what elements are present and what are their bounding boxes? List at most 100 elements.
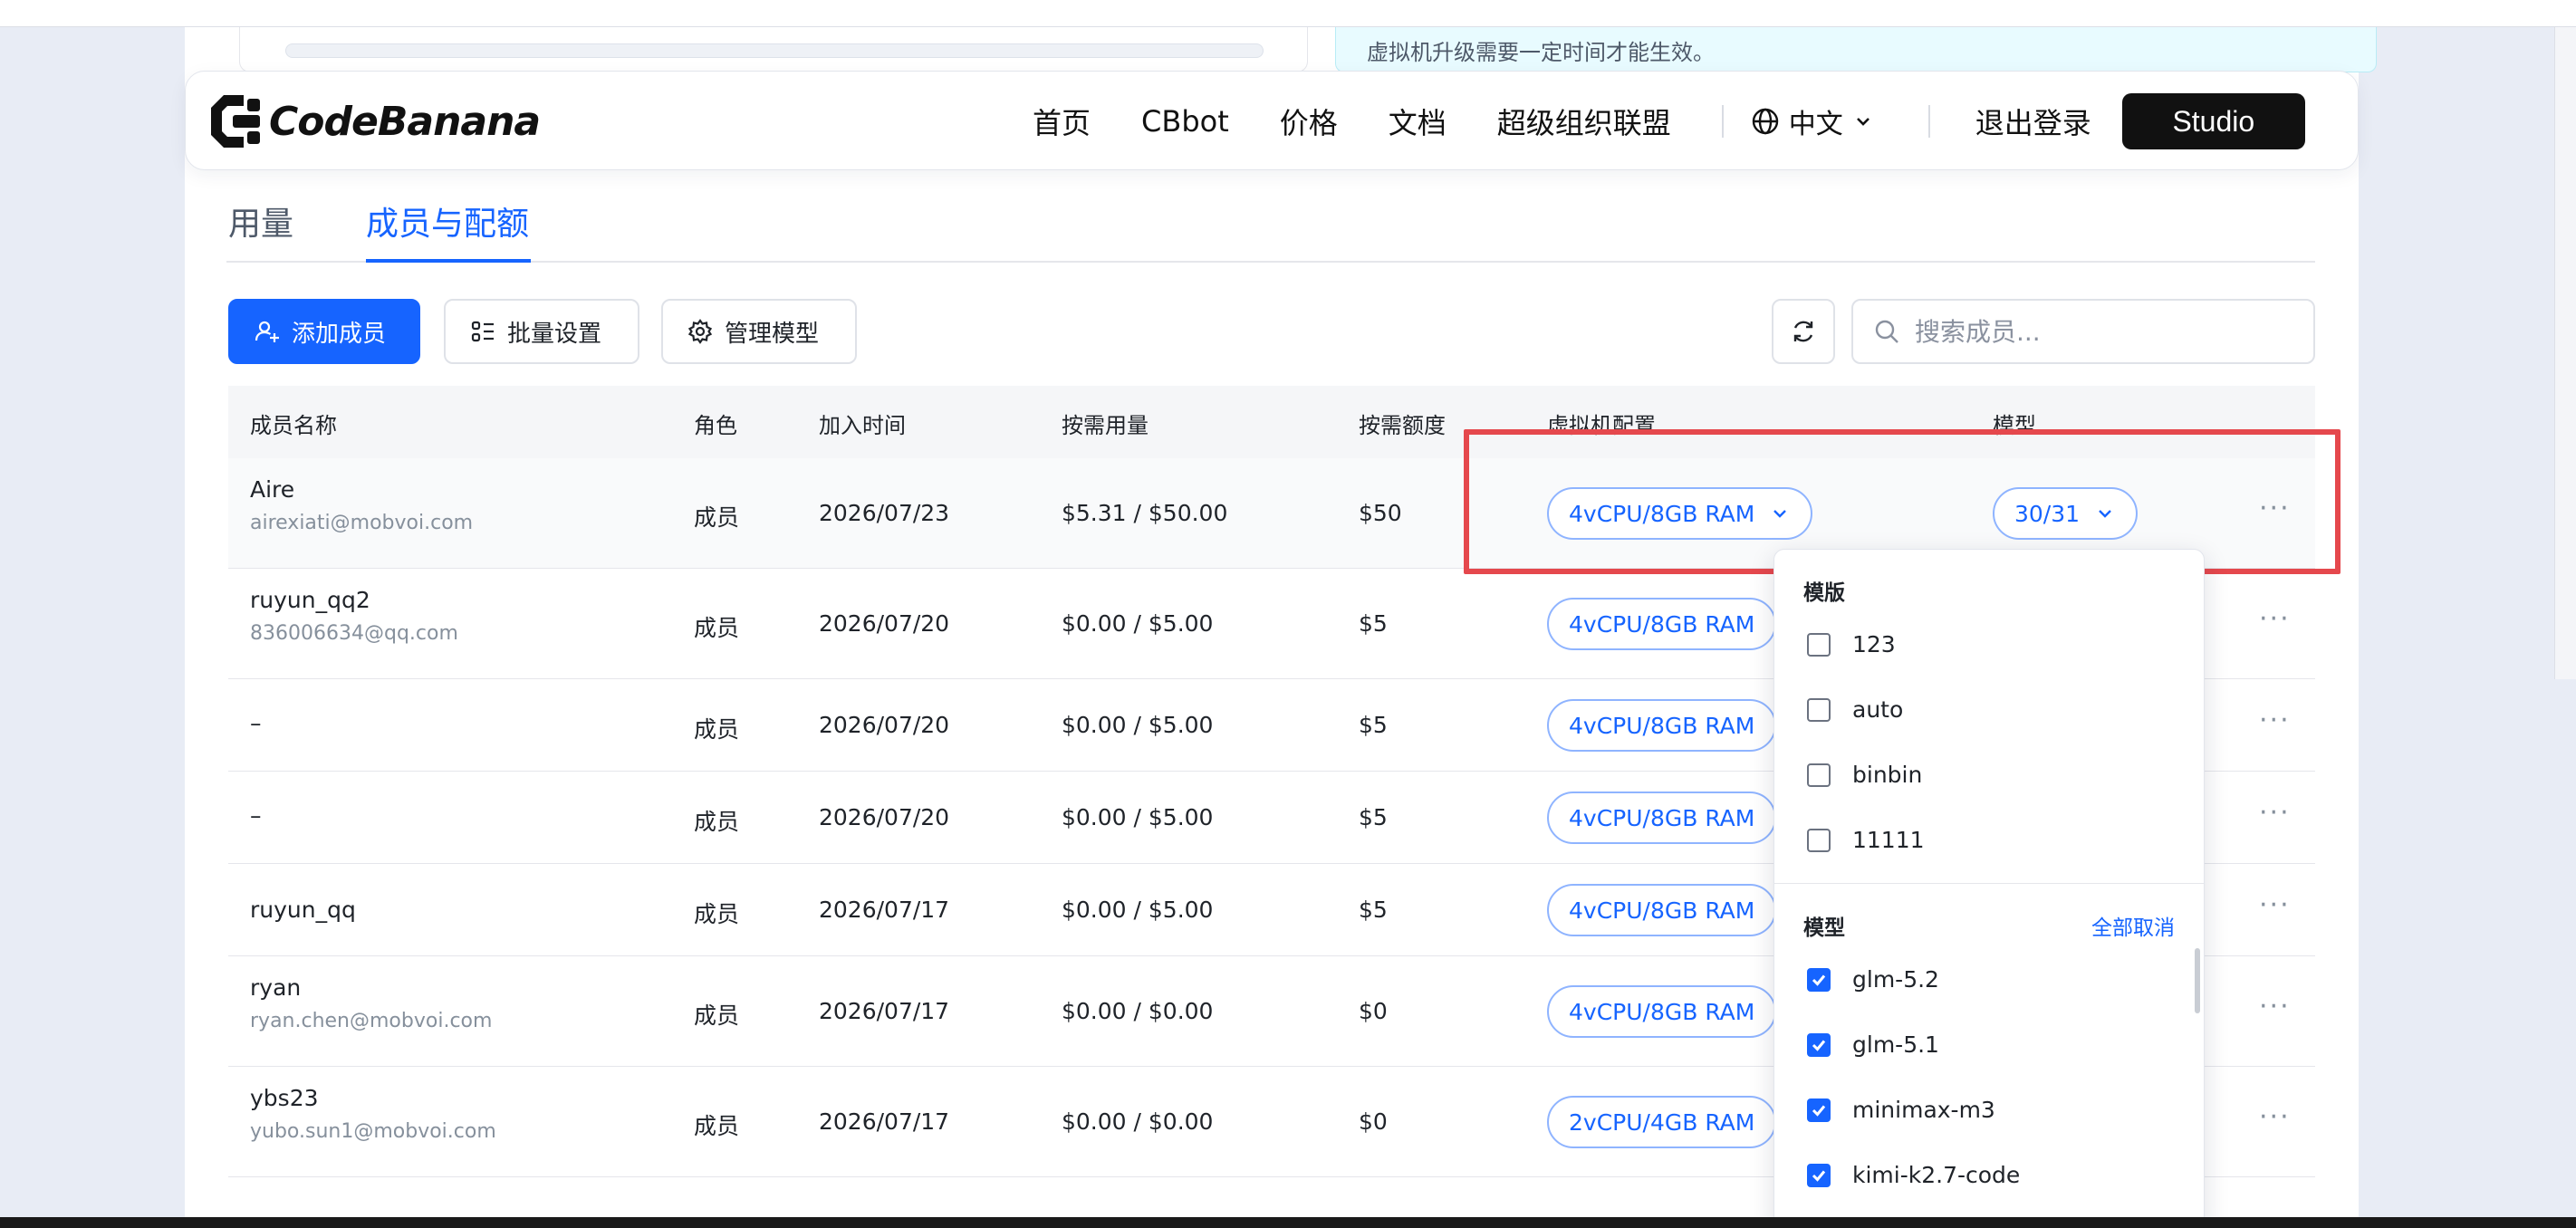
codebanana-logo-icon [211, 95, 260, 148]
vm-config-select[interactable]: 4vCPU/8GB RAM [1547, 791, 1777, 844]
model-count-value: 30/31 [2014, 500, 2081, 527]
batch-settings-label: 批量设置 [507, 319, 602, 347]
vm-config-select[interactable]: 2vCPU/4GB RAM [1547, 1096, 1777, 1148]
nav-links: 首页 CBbot 价格 文档 超级组织联盟 中文 退出登录 Studio [1033, 72, 2305, 171]
studio-button[interactable]: Studio [2121, 93, 2305, 149]
vm-config-select[interactable]: 4vCPU/8GB RAM [1547, 699, 1777, 752]
member-role: 成员 [694, 1003, 740, 1029]
nav-link-cbbot[interactable]: CBbot [1141, 104, 1229, 139]
checkbox-unchecked-icon[interactable] [1807, 763, 1831, 787]
model-select[interactable]: 30/31 [1993, 487, 2139, 540]
vm-config-value: 4vCPU/8GB RAM [1569, 500, 1755, 527]
column-header-quota: 按需额度 [1359, 413, 1446, 438]
tab-usage[interactable]: 用量 [228, 197, 293, 245]
template-option[interactable]: 11111 [1807, 827, 1925, 853]
vm-config-select[interactable]: 4vCPU/8GB RAM [1547, 487, 1813, 540]
dropdown-scrollbar[interactable] [2195, 948, 2200, 1013]
section-tabs: 用量 成员与配额 [226, 190, 2315, 263]
row-more-icon[interactable]: ··· [2259, 493, 2291, 524]
checkbox-unchecked-icon[interactable] [1807, 632, 1831, 657]
vm-config-select[interactable]: 4vCPU/8GB RAM [1547, 598, 1777, 650]
row-more-icon[interactable]: ··· [2259, 705, 2291, 736]
language-switcher[interactable]: 中文 [1751, 101, 1885, 141]
member-joined: 2026/07/17 [819, 897, 950, 923]
member-role: 成员 [694, 615, 740, 641]
member-name: Aire [250, 476, 295, 503]
member-email: ryan.chen@mobvoi.com [250, 1010, 493, 1032]
vm-config-value: 4vCPU/8GB RAM [1569, 804, 1755, 831]
model-option[interactable]: minimax-m3 [1807, 1097, 1995, 1123]
template-option[interactable]: 123 [1807, 631, 1896, 657]
search-input[interactable] [1915, 316, 2295, 347]
manage-models-button[interactable]: 管理模型 [661, 299, 857, 364]
chevron-down-icon [1773, 510, 1787, 518]
model-option[interactable]: kimi-k2.7-code [1807, 1162, 2020, 1188]
member-email: yubo.sun1@mobvoi.com [250, 1120, 496, 1143]
template-option-label: auto [1852, 696, 1904, 723]
row-more-icon[interactable]: ··· [2259, 603, 2291, 635]
row-more-icon[interactable]: ··· [2259, 797, 2291, 829]
chevron-down-icon [1856, 118, 1870, 126]
vm-config-value: 2vCPU/4GB RAM [1569, 1108, 1755, 1136]
template-option[interactable]: binbin [1807, 762, 1922, 788]
member-role: 成员 [694, 716, 740, 743]
member-usage: $0.00 / $5.00 [1062, 897, 1214, 923]
dropdown-divider [1774, 883, 2204, 884]
model-option-label: glm-5.2 [1852, 966, 1939, 993]
member-usage: $5.31 / $50.00 [1062, 500, 1228, 526]
logout-link[interactable]: 退出登录 [1975, 101, 2091, 142]
member-quota: $0 [1359, 1108, 1388, 1135]
checkbox-unchecked-icon[interactable] [1807, 828, 1831, 852]
member-joined: 2026/07/20 [819, 804, 950, 830]
checkbox-checked-icon[interactable] [1807, 967, 1831, 992]
add-member-label: 添加成员 [292, 319, 387, 347]
row-more-icon[interactable]: ··· [2259, 991, 2291, 1022]
row-more-icon[interactable]: ··· [2259, 1101, 2291, 1133]
tab-members-quota[interactable]: 成员与配额 [366, 197, 529, 245]
nav-link-home[interactable]: 首页 [1033, 101, 1091, 142]
member-usage: $0.00 / $5.00 [1062, 712, 1214, 738]
model-option[interactable]: glm-5.1 [1807, 1031, 1939, 1058]
member-role: 成员 [694, 1113, 740, 1139]
nav-divider [1721, 105, 1724, 138]
member-quota: $50 [1359, 500, 1402, 526]
column-header-joined: 加入时间 [819, 413, 906, 438]
refresh-button[interactable] [1772, 299, 1835, 364]
right-edge-shadow [2554, 27, 2576, 679]
member-joined: 2026/07/17 [819, 998, 950, 1024]
member-usage: $0.00 / $5.00 [1062, 610, 1214, 637]
checkbox-unchecked-icon[interactable] [1807, 697, 1831, 722]
checkbox-checked-icon[interactable] [1807, 1163, 1831, 1187]
member-cell: ryan ryan.chen@mobvoi.com [250, 974, 492, 1032]
batch-settings-button[interactable]: 批量设置 [444, 299, 639, 364]
model-option-label: kimi-k2.7-code [1852, 1162, 2021, 1188]
row-more-icon[interactable]: ··· [2259, 889, 2291, 921]
checkbox-checked-icon[interactable] [1807, 1098, 1831, 1122]
deselect-all-link[interactable]: 全部取消 [2091, 910, 2175, 941]
model-option[interactable]: glm-5.2 [1807, 966, 1939, 993]
nav-link-pricing[interactable]: 价格 [1280, 101, 1338, 142]
vm-upgrade-notice: 虚拟机升级需要一定时间才能生效。 [1335, 27, 2377, 72]
member-name: – [250, 802, 262, 829]
vm-config-select[interactable]: 4vCPU/8GB RAM [1547, 985, 1777, 1038]
nav-link-alliance[interactable]: 超级组织联盟 [1497, 101, 1671, 142]
list-settings-icon [471, 321, 494, 342]
member-usage: $0.00 / $0.00 [1062, 1108, 1214, 1135]
dropdown-group-templates: 模版 [1803, 581, 1845, 605]
template-option[interactable]: auto [1807, 696, 1903, 723]
vm-config-select[interactable]: 4vCPU/8GB RAM [1547, 884, 1777, 936]
add-member-button[interactable]: 添加成员 [228, 299, 420, 364]
member-quota: $0 [1359, 998, 1388, 1024]
member-joined: 2026/07/20 [819, 610, 950, 637]
member-quota: $5 [1359, 712, 1388, 738]
member-email: 836006634@qq.com [250, 622, 458, 645]
member-name: ryan [250, 974, 302, 1001]
nav-link-docs[interactable]: 文档 [1389, 101, 1447, 142]
vm-config-value: 4vCPU/8GB RAM [1569, 712, 1755, 739]
member-search [1851, 299, 2315, 364]
checkbox-checked-icon[interactable] [1807, 1032, 1831, 1057]
nav-divider [1927, 105, 1930, 138]
gear-icon [687, 319, 713, 344]
vm-config-value: 4vCPU/8GB RAM [1569, 610, 1755, 638]
brand-logo[interactable]: CodeBanana [207, 91, 541, 151]
